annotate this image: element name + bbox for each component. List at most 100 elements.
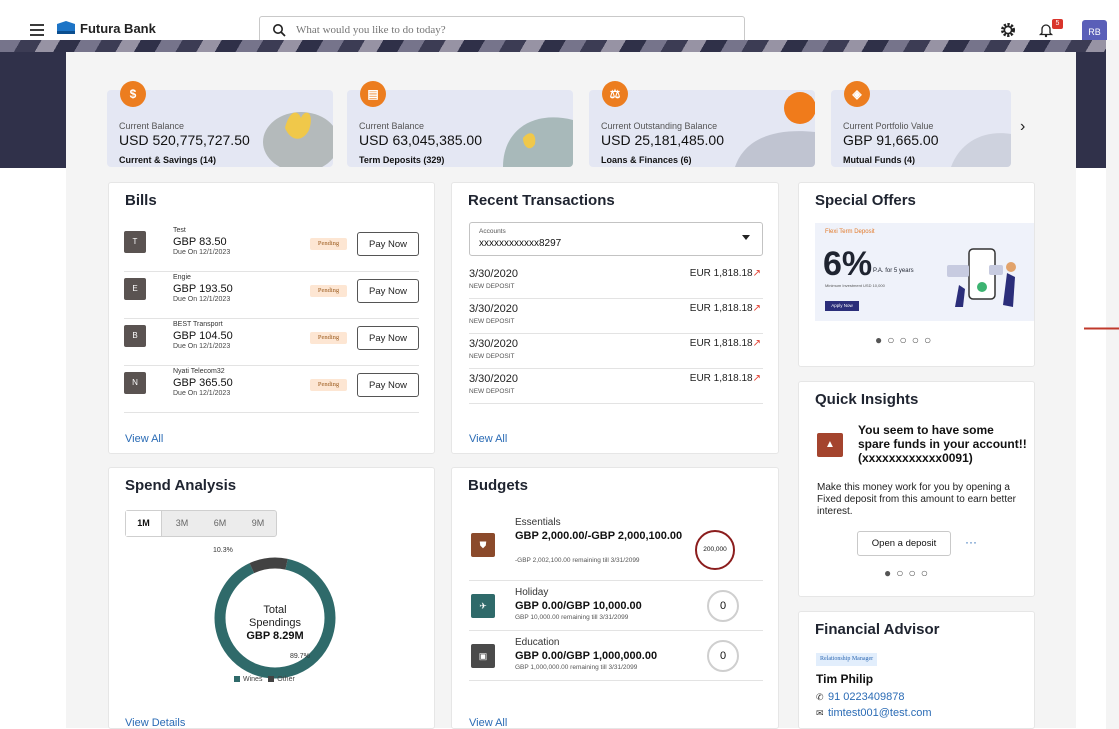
- advisor-role-badge: Relationship Manager: [816, 653, 878, 666]
- transaction-date: 3/30/2020: [469, 268, 518, 280]
- status-badge: Pending: [310, 332, 347, 344]
- transactions-view-all-link[interactable]: View All: [469, 433, 507, 445]
- pay-now-button[interactable]: Pay Now: [357, 232, 419, 256]
- insights-title: Quick Insights: [815, 391, 919, 408]
- fund-icon: ◈: [844, 81, 870, 107]
- bill-amount: GBP 83.50: [173, 236, 227, 248]
- advisor-title: Financial Advisor: [815, 621, 940, 638]
- summary-subtitle[interactable]: Term Deposits (329): [359, 155, 444, 165]
- bill-row: E Engie GBP 193.50 Due On 12/1/2023 Pend…: [124, 273, 419, 319]
- summary-subtitle[interactable]: Loans & Finances (6): [601, 155, 692, 165]
- summary-value: GBP 91,665.00: [843, 132, 939, 148]
- transaction-row[interactable]: 3/30/2020 NEW DEPOSIT EUR 1,818.18↗: [469, 335, 763, 369]
- budget-remaining: -GBP 2,002,100.00 remaining till 3/31/20…: [515, 557, 640, 564]
- budget-name: Education: [515, 637, 560, 648]
- budget-row[interactable]: ✈ Holiday GBP 0.00/GBP 10,000.00 GBP 10,…: [469, 581, 763, 631]
- status-badge: Pending: [310, 379, 347, 391]
- summary-subtitle[interactable]: Current & Savings (14): [119, 155, 216, 165]
- open-deposit-button[interactable]: Open a deposit: [857, 531, 951, 556]
- pay-now-button[interactable]: Pay Now: [357, 373, 419, 397]
- budgets-view-all-link[interactable]: View All: [469, 717, 507, 729]
- deposit-icon: ▤: [360, 81, 386, 107]
- chevron-right-icon[interactable]: ›: [1020, 118, 1034, 136]
- transaction-type: NEW DEPOSIT: [469, 388, 515, 395]
- chevron-down-icon: [742, 235, 750, 240]
- spend-title: Spend Analysis: [125, 477, 237, 494]
- summary-label: Current Balance: [359, 121, 425, 131]
- budget-row[interactable]: ▣ Education GBP 0.00/GBP 1,000,000.00 GB…: [469, 631, 763, 681]
- card-art: [503, 117, 573, 167]
- shopping-icon: ⛊: [471, 533, 495, 557]
- tab-6m[interactable]: 6M: [202, 511, 238, 536]
- budget-name: Essentials: [515, 517, 561, 528]
- transaction-amount: EUR 1,818.18↗: [689, 373, 761, 384]
- summary-label: Current Balance: [119, 121, 185, 131]
- spend-view-details-link[interactable]: View Details: [125, 717, 185, 729]
- budget-remaining: GBP 10,000.00 remaining till 3/31/2099: [515, 614, 629, 621]
- budget-remaining: GBP 1,000,000.00 remaining till 3/31/209…: [515, 664, 638, 671]
- account-summary-row: Current Balance USD 520,775,727.50 Curre…: [107, 79, 1047, 167]
- summary-label: Current Portfolio Value: [843, 121, 934, 131]
- bill-row: N Nyati Telecom32 GBP 365.50 Due On 12/1…: [124, 367, 419, 413]
- arrow-up-right-icon: ↗: [752, 373, 761, 384]
- legend-label-wines: Wines: [243, 676, 263, 683]
- page-gutter: [1106, 40, 1119, 729]
- card-art: [951, 133, 1011, 167]
- financial-advisor-card: Financial Advisor Relationship Manager T…: [798, 611, 1035, 729]
- bill-row: B BEST Transport GBP 104.50 Due On 12/1/…: [124, 320, 419, 366]
- gear-icon[interactable]: [1000, 22, 1016, 38]
- transaction-row[interactable]: 3/30/2020 NEW DEPOSIT EUR 1,818.18↗: [469, 265, 763, 299]
- insight-body: Make this money work for you by opening …: [817, 482, 1016, 517]
- summary-value: USD 520,775,727.50: [119, 132, 250, 148]
- account-select[interactable]: Accounts xxxxxxxxxxxx8297: [469, 222, 763, 256]
- pay-now-button[interactable]: Pay Now: [357, 279, 419, 303]
- advisor-phone[interactable]: ✆ 91 0223409878: [816, 691, 904, 703]
- transaction-amount: EUR 1,818.18↗: [689, 303, 761, 314]
- spend-donut-chart[interactable]: Total Spendings GBP 8.29M: [205, 548, 345, 688]
- tab-3m[interactable]: 3M: [164, 511, 200, 536]
- summary-subtitle[interactable]: Mutual Funds (4): [843, 155, 915, 165]
- transaction-date: 3/30/2020: [469, 373, 518, 385]
- tab-9m[interactable]: 9M: [240, 511, 276, 536]
- legend-label-other: Other: [277, 676, 295, 683]
- offer-minimum: Minimum Investment USD 10,000: [825, 283, 885, 288]
- payee-name: Engie: [173, 274, 191, 281]
- transaction-date: 3/30/2020: [469, 303, 518, 315]
- status-badge: Pending: [310, 238, 347, 250]
- transaction-row[interactable]: 3/30/2020 NEW DEPOSIT EUR 1,818.18↗: [469, 300, 763, 334]
- advisor-email[interactable]: ✉ timtest001@test.com: [816, 707, 931, 719]
- budget-amount: GBP 2,000.00/-GBP 2,000,100.00: [515, 530, 683, 542]
- search-input[interactable]: [296, 21, 736, 39]
- transaction-row[interactable]: 3/30/2020 NEW DEPOSIT EUR 1,818.18↗: [469, 370, 763, 404]
- budget-row[interactable]: ⛊ Essentials GBP 2,000.00/-GBP 2,000,100…: [469, 513, 763, 581]
- bank-logo-icon: [57, 21, 75, 34]
- pay-now-button[interactable]: Pay Now: [357, 326, 419, 350]
- menu-icon[interactable]: [30, 24, 44, 36]
- payee-name: BEST Transport: [173, 321, 223, 328]
- card-art: [735, 92, 815, 167]
- offer-banner[interactable]: Flexi Term Deposit 6% P.A. for 5 years M…: [815, 223, 1034, 321]
- advisor-name: Tim Philip: [816, 672, 874, 686]
- insight-carousel-dots[interactable]: ●○○○: [884, 566, 933, 580]
- donut-legend: Wines Other: [234, 676, 295, 683]
- payee-name: Nyati Telecom32: [173, 368, 225, 375]
- summary-label: Current Outstanding Balance: [601, 121, 718, 131]
- more-options-icon[interactable]: ···: [965, 535, 977, 549]
- transaction-amount: EUR 1,818.18↗: [689, 268, 761, 279]
- offer-tag: Flexi Term Deposit: [825, 229, 875, 235]
- brand-name[interactable]: Futura Bank: [80, 21, 156, 36]
- bill-due-date: Due On 12/1/2023: [173, 390, 231, 397]
- budgets-card: Budgets ⛊ Essentials GBP 2,000.00/-GBP 2…: [451, 467, 779, 729]
- budgets-title: Budgets: [468, 477, 528, 494]
- tab-1m[interactable]: 1M: [126, 511, 162, 536]
- offer-carousel-dots[interactable]: ●○○○○: [875, 333, 936, 347]
- arrow-up-right-icon: ↗: [752, 268, 761, 279]
- bills-view-all-link[interactable]: View All: [125, 433, 163, 445]
- offer-rate: 6%: [823, 245, 873, 283]
- budget-name: Holiday: [515, 587, 549, 598]
- offer-suffix: P.A. for 5 years: [873, 268, 914, 274]
- notification-badge: 5: [1052, 19, 1063, 29]
- travel-icon: ✈: [471, 594, 495, 618]
- offer-apply-button[interactable]: Apply Now: [825, 301, 859, 311]
- donut-center-label-1: Total: [263, 604, 286, 616]
